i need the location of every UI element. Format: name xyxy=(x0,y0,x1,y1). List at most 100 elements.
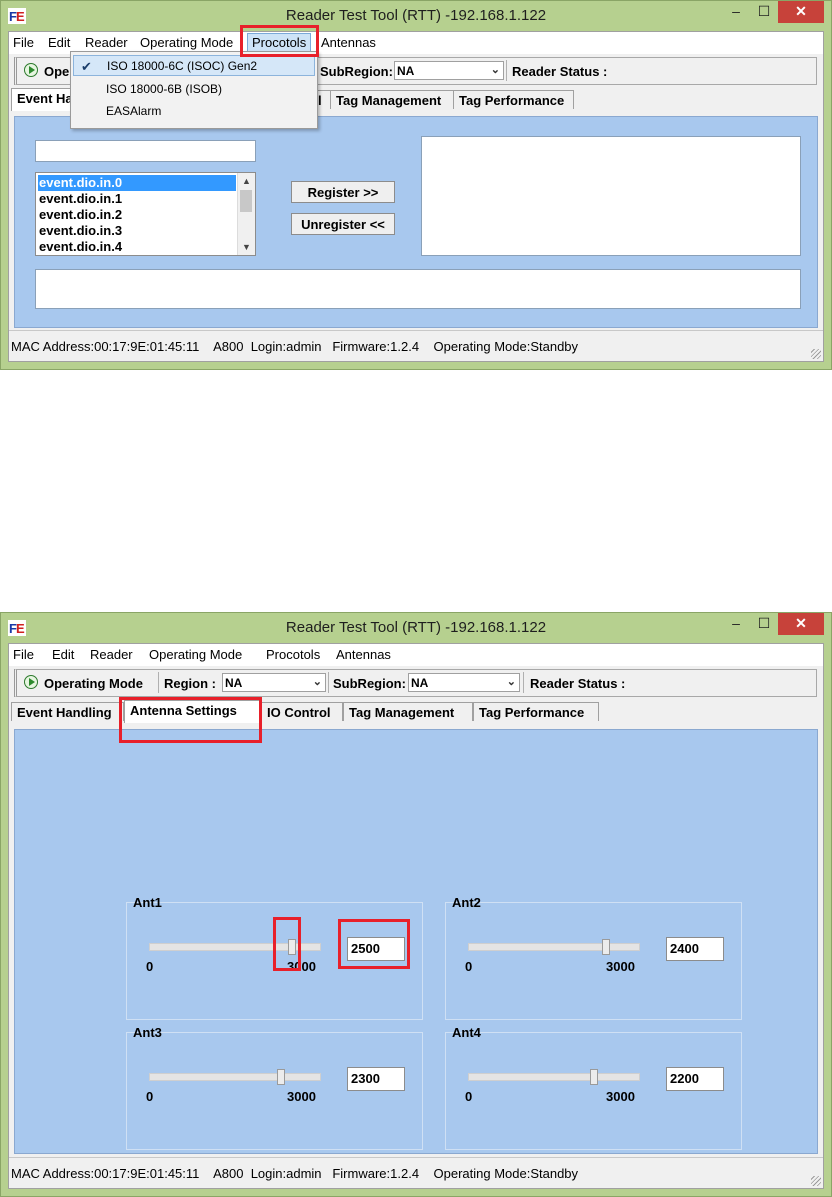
reader-status-label: Reader Status : xyxy=(530,676,626,691)
maximize-button[interactable]: ☐ xyxy=(750,613,778,635)
antenna-settings-panel: Ant1 0 3000 2500 Ant2 0 3000 2400 Ant3 0… xyxy=(14,729,818,1154)
title-bar[interactable]: F E Reader Test Tool (RTT) -192.168.1.12… xyxy=(1,613,831,643)
tab-tag-management[interactable]: Tag Management xyxy=(330,90,454,109)
resize-grip-icon[interactable] xyxy=(811,349,821,359)
antenna-slider-thumb[interactable] xyxy=(276,1069,285,1085)
menu-edit[interactable]: Edit xyxy=(48,35,70,50)
window-antenna-settings: F E Reader Test Tool (RTT) -192.168.1.12… xyxy=(0,612,832,1197)
antenna-group-ant4: Ant4 0 3000 2200 xyxy=(445,1025,742,1150)
list-scrollbar[interactable]: ▲ ▼ xyxy=(237,173,255,255)
highlight-protocols-menu xyxy=(240,25,319,57)
antenna-power-input[interactable]: 2200 xyxy=(666,1067,724,1091)
minimize-button[interactable]: – xyxy=(722,613,750,635)
menu-antennas[interactable]: Antennas xyxy=(336,647,391,662)
menu-file[interactable]: File xyxy=(13,647,34,662)
reader-status-label: Reader Status : xyxy=(512,64,608,79)
subregion-select[interactable]: NA ⌄ xyxy=(408,673,520,692)
subregion-label: SubRegion: xyxy=(320,64,393,79)
antenna-slider-track[interactable] xyxy=(468,943,640,951)
tab-io-control[interactable]: IO Control xyxy=(261,702,343,721)
antenna-name: Ant1 xyxy=(133,895,162,910)
event-filter-input[interactable] xyxy=(35,140,256,162)
resize-grip-icon[interactable] xyxy=(811,1176,821,1186)
menu-antennas[interactable]: Antennas xyxy=(321,35,376,50)
title-bar[interactable]: F E Reader Test Tool (RTT) -192.168.1.12… xyxy=(1,1,831,31)
close-button[interactable]: ✕ xyxy=(778,613,824,635)
menu-item-easalarm[interactable]: EASAlarm xyxy=(73,101,315,122)
slider-min-label: 0 xyxy=(465,1089,473,1104)
list-item[interactable]: event.dio.in.0 xyxy=(38,175,236,191)
antenna-power-input[interactable]: 2400 xyxy=(666,937,724,961)
menu-bar: File Edit Reader Operating Mode Procotol… xyxy=(9,644,823,666)
list-item[interactable]: event.dio.in.2 xyxy=(38,207,122,223)
scroll-thumb[interactable] xyxy=(240,190,252,212)
status-text: MAC Address:00:17:9E:01:45:11 A800 Login… xyxy=(11,339,579,354)
menu-edit[interactable]: Edit xyxy=(52,647,74,662)
toolbar-separator xyxy=(506,60,507,81)
minimize-button[interactable]: – xyxy=(722,1,750,23)
antenna-slider-thumb[interactable] xyxy=(590,1069,599,1085)
toolbar-separator xyxy=(328,672,329,693)
event-log-box[interactable] xyxy=(35,269,801,309)
tab-event-handling[interactable]: Event Ha xyxy=(11,88,71,111)
slider-max-label: 3000 xyxy=(606,959,635,974)
window-protocols-menu: F E Reader Test Tool (RTT) -192.168.1.12… xyxy=(0,0,832,370)
event-list[interactable]: event.dio.in.0 event.dio.in.1 event.dio.… xyxy=(35,172,256,256)
chevron-down-icon: ⌄ xyxy=(506,676,516,688)
menu-operating-mode[interactable]: Operating Mode xyxy=(140,35,233,50)
list-item[interactable]: event.dio.in.4 xyxy=(38,239,122,255)
protocols-dropdown: ✔ ISO 18000-6C (ISOC) Gen2 ISO 18000-6B … xyxy=(70,51,318,129)
chevron-down-icon: ⌄ xyxy=(490,64,500,76)
close-button[interactable]: ✕ xyxy=(778,1,824,23)
toolbar-separator xyxy=(523,672,524,693)
unregister-button[interactable]: Unregister << xyxy=(291,213,395,235)
slider-max-label: 3000 xyxy=(606,1089,635,1104)
tab-tag-performance[interactable]: Tag Performance xyxy=(473,702,599,721)
antenna-slider-track[interactable] xyxy=(149,1073,321,1081)
checkmark-icon: ✔ xyxy=(81,59,92,74)
toolbar: Operating Mode Region : NA ⌄ SubRegion: … xyxy=(9,666,823,698)
maximize-button[interactable]: ☐ xyxy=(750,1,778,23)
list-item[interactable]: event.dio.in.3 xyxy=(38,223,122,239)
menu-protocols[interactable]: Procotols xyxy=(266,647,320,662)
menu-reader[interactable]: Reader xyxy=(85,35,128,50)
play-icon[interactable] xyxy=(24,63,38,77)
antenna-name: Ant2 xyxy=(452,895,481,910)
menu-operating-mode[interactable]: Operating Mode xyxy=(149,647,242,662)
operating-mode-button[interactable]: Operating Mode xyxy=(44,676,143,691)
status-bar: MAC Address:00:17:9E:01:45:11 A800 Login… xyxy=(9,1157,823,1188)
scroll-down-icon[interactable]: ▼ xyxy=(238,239,255,255)
antenna-group-ant3: Ant3 0 3000 2300 xyxy=(126,1025,423,1150)
menu-item-isob[interactable]: ISO 18000-6B (ISOB) xyxy=(73,79,315,100)
region-label: Region : xyxy=(164,676,216,691)
tab-tag-performance[interactable]: Tag Performance xyxy=(453,90,574,109)
tab-event-handling[interactable]: Event Handling xyxy=(11,702,124,721)
region-select[interactable]: NA ⌄ xyxy=(222,673,326,692)
status-text: MAC Address:00:17:9E:01:45:11 A800 Login… xyxy=(11,1166,579,1181)
antenna-slider-thumb[interactable] xyxy=(601,939,610,955)
subregion-select[interactable]: NA ⌄ xyxy=(394,61,504,80)
scroll-up-icon[interactable]: ▲ xyxy=(238,173,255,189)
menu-item-isoc-gen2[interactable]: ✔ ISO 18000-6C (ISOC) Gen2 xyxy=(73,55,315,76)
menu-reader[interactable]: Reader xyxy=(90,647,133,662)
window-title: Reader Test Tool (RTT) -192.168.1.122 xyxy=(285,619,547,636)
operating-mode-button[interactable]: Ope xyxy=(44,64,69,79)
register-button[interactable]: Register >> xyxy=(291,181,395,203)
antenna-slider-track[interactable] xyxy=(468,1073,640,1081)
menu-file[interactable]: File xyxy=(13,35,34,50)
registered-events-box[interactable] xyxy=(421,136,801,256)
play-icon[interactable] xyxy=(24,675,38,689)
antenna-group-ant2: Ant2 0 3000 2400 xyxy=(445,895,742,1020)
slider-min-label: 0 xyxy=(146,959,154,974)
antenna-name: Ant4 xyxy=(452,1025,481,1040)
toolbar-separator xyxy=(158,672,159,693)
slider-max-label: 3000 xyxy=(287,1089,316,1104)
toolbar-frame: Operating Mode Region : NA ⌄ SubRegion: … xyxy=(14,669,817,697)
list-item[interactable]: event.dio.in.1 xyxy=(38,191,122,207)
window-title: Reader Test Tool (RTT) -192.168.1.122 xyxy=(285,7,547,24)
subregion-label: SubRegion: xyxy=(333,676,406,691)
highlight-ant1-slider xyxy=(273,917,301,971)
tab-tag-management[interactable]: Tag Management xyxy=(343,702,473,721)
antenna-power-input[interactable]: 2300 xyxy=(347,1067,405,1091)
antenna-name: Ant3 xyxy=(133,1025,162,1040)
